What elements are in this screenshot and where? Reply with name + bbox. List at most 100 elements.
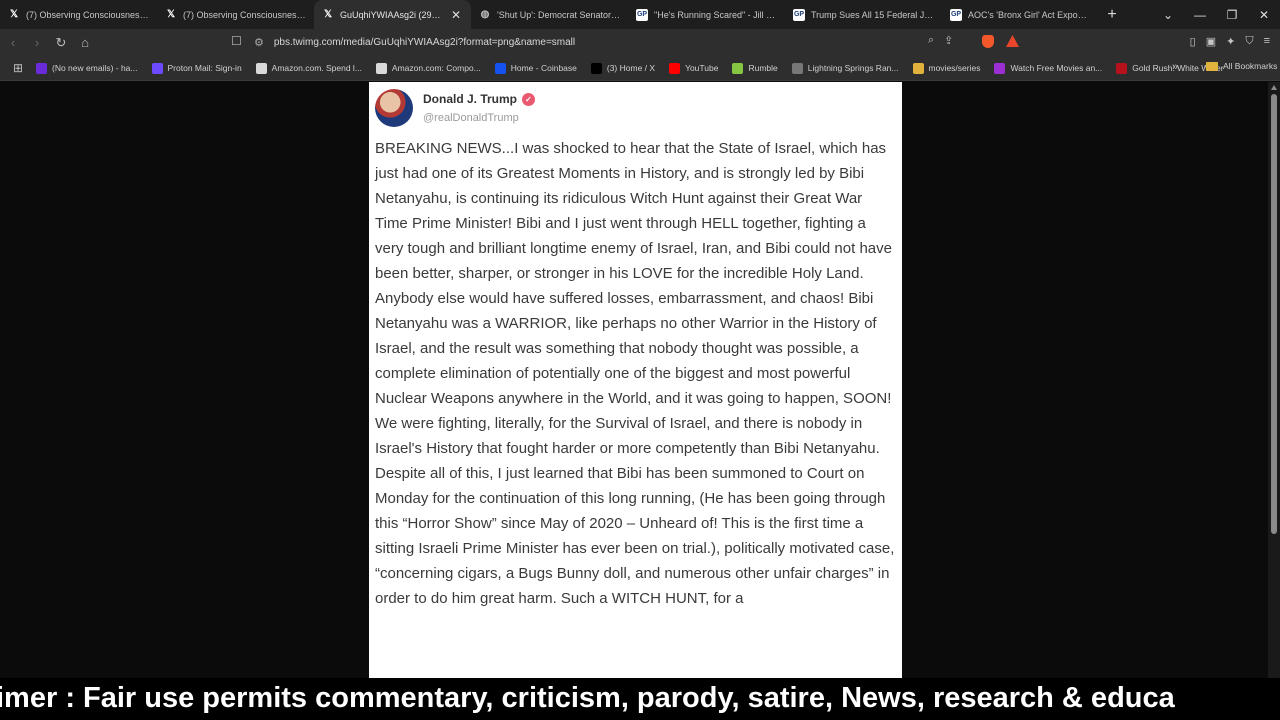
proton-icon	[151, 62, 163, 74]
bookmark-list: (No new emails) - ha... Proton Mail: Sign…	[36, 62, 1238, 74]
bookmark-page-icon[interactable]: ☐	[231, 34, 242, 48]
bookmark-label: (No new emails) - ha...	[52, 63, 138, 73]
post-text: BREAKING NEWS...I was shocked to hear th…	[375, 140, 895, 607]
globe-icon	[791, 62, 803, 74]
site-info-icon[interactable]: ⚙	[254, 36, 264, 49]
leo-ai-icon[interactable]: ✦	[1226, 35, 1235, 48]
brave-shields-icon[interactable]	[982, 35, 994, 48]
window-controls: ⌄ — ❐ ✕	[1152, 0, 1280, 29]
more-bookmarks-icon[interactable]: »	[1172, 61, 1178, 73]
tab-title: 'Shut Up': Democrat Senator Goes	[497, 9, 620, 20]
tab-title: Trump Sues All 15 Federal Judges	[811, 9, 934, 20]
minimize-button[interactable]: —	[1184, 8, 1216, 22]
tab-6[interactable]: GP AOC's 'Bronx Girl' Act Exposed as	[942, 0, 1099, 29]
coinbase-icon	[494, 62, 506, 74]
gp-icon: GP	[636, 8, 648, 21]
ticker-text: imer : Fair use permits commentary, crit…	[0, 682, 1175, 714]
home-button[interactable]: ⌂	[74, 35, 96, 50]
back-button[interactable]: ‹	[2, 35, 24, 50]
apps-grid-icon[interactable]: ⊞	[0, 61, 36, 75]
tab-strip: 𝕏 (7) Observing Consciousness on X: 𝕏 (7) O…	[0, 0, 1280, 29]
folder-icon	[1206, 61, 1218, 71]
sidebar-icon[interactable]: ▯	[1190, 35, 1196, 48]
bookmark-label: Proton Mail: Sign-in	[167, 63, 242, 73]
bookmark-item-10[interactable]: Watch Free Movies an...	[994, 62, 1103, 74]
tab-0[interactable]: 𝕏 (7) Observing Consciousness on X:	[0, 0, 157, 29]
bookmark-item-8[interactable]: Lightning Springs Ran...	[791, 62, 899, 74]
tab-list: 𝕏 (7) Observing Consciousness on X: 𝕏 (7) O…	[0, 0, 1099, 29]
post-image: Donald J. Trump ✓ @realDonaldTrump BREAK…	[369, 82, 902, 678]
post-author: Donald J. Trump ✓	[423, 92, 536, 106]
tab-1[interactable]: 𝕏 (7) Observing Consciousness on X:	[157, 0, 314, 29]
bookmark-item-7[interactable]: Rumble	[732, 62, 778, 74]
bookmark-label: Rumble	[748, 63, 778, 73]
tab-search-icon[interactable]: ⌄	[1152, 8, 1184, 22]
bookmark-label: Amazon.com: Compo...	[391, 63, 481, 73]
tab-3[interactable]: ◍ 'Shut Up': Democrat Senator Goes	[471, 0, 628, 29]
goldrush-icon	[1116, 62, 1128, 74]
bookmark-item-1[interactable]: Proton Mail: Sign-in	[151, 62, 242, 74]
x-icon: 𝕏	[9, 9, 19, 20]
verified-badge-icon: ✓	[522, 92, 536, 106]
x-icon: 𝕏	[166, 9, 176, 20]
address-bar[interactable]: ⚙ pbs.twimg.com/media/GuUqhiYWIAAsg2i?fo…	[254, 32, 1024, 53]
all-bookmarks-label: All Bookmarks	[1223, 61, 1278, 71]
forward-button[interactable]: ›	[26, 35, 48, 50]
url-text[interactable]: pbs.twimg.com/media/GuUqhiYWIAAsg2i?form…	[274, 37, 575, 48]
bookmarks-bar: ⊞ (No new emails) - ha... Proton Mail: Si…	[0, 56, 1280, 81]
rumble-icon	[732, 62, 744, 74]
gp-icon: GP	[950, 8, 962, 21]
bookmark-item-9[interactable]: movies/series	[912, 62, 981, 74]
disclaimer-ticker: imer : Fair use permits commentary, crit…	[0, 678, 1280, 720]
zoom-icon[interactable]: ⌕	[928, 34, 934, 47]
bookmark-label: Watch Free Movies an...	[1010, 63, 1103, 73]
address-bar-actions: ⌕ ⇪	[928, 34, 953, 47]
scroll-up-icon[interactable]	[1271, 85, 1277, 90]
tab-5[interactable]: GP Trump Sues All 15 Federal Judges	[785, 0, 942, 29]
page-viewport: Donald J. Trump ✓ @realDonaldTrump BREAK…	[0, 82, 1280, 678]
globe-icon: ◍	[480, 9, 490, 20]
amazon-icon	[255, 62, 267, 74]
page-scrollbar[interactable]	[1268, 82, 1280, 678]
yahoo-mail-icon	[36, 62, 47, 74]
tab-title: GuUqhiYWIAAsg2i (299×502)	[340, 9, 445, 20]
x-icon: 𝕏	[323, 9, 333, 20]
close-tab-icon[interactable]: ✕	[449, 8, 463, 22]
vpn-icon[interactable]: ⛉	[1245, 35, 1253, 48]
bookmark-item-5[interactable]: (3) Home / X	[590, 62, 656, 74]
navigation-bar: ‹ › ↻ ⌂ ☐ ⚙ pbs.twimg.com/media/GuUqhiYW…	[0, 29, 1280, 56]
bookmark-label: movies/series	[928, 63, 981, 73]
wallet-icon[interactable]: ▣	[1206, 35, 1216, 48]
tab-2[interactable]: 𝕏 GuUqhiYWIAAsg2i (299×502) ✕	[314, 0, 471, 29]
bookmark-item-0[interactable]: (No new emails) - ha...	[36, 62, 138, 74]
scrollbar-thumb[interactable]	[1271, 94, 1277, 534]
new-tab-button[interactable]: +	[1099, 6, 1125, 24]
bookmark-label: (3) Home / X	[606, 63, 656, 73]
youtube-icon	[669, 62, 681, 74]
toolbar-actions: ▯ ▣ ✦ ⛉ ≡	[1190, 35, 1270, 48]
bookmark-label: Home - Coinbase	[510, 63, 577, 73]
x-icon	[590, 62, 602, 74]
bookmark-item-4[interactable]: Home - Coinbase	[494, 62, 577, 74]
restore-button[interactable]: ❐	[1216, 8, 1248, 22]
close-window-button[interactable]: ✕	[1248, 8, 1280, 22]
tab-title: "He's Running Scared" - Jill Biden's	[654, 9, 777, 20]
author-handle: @realDonaldTrump	[423, 112, 519, 124]
avatar	[375, 89, 413, 127]
gp-icon: GP	[793, 8, 805, 21]
menu-icon[interactable]: ≡	[1264, 35, 1270, 48]
tab-title: (7) Observing Consciousness on X:	[183, 9, 306, 20]
share-icon[interactable]: ⇪	[944, 34, 953, 47]
tab-4[interactable]: GP "He's Running Scared" - Jill Biden's	[628, 0, 785, 29]
bookmark-item-6[interactable]: YouTube	[669, 62, 719, 74]
reload-button[interactable]: ↻	[50, 35, 72, 51]
bookmark-item-2[interactable]: Amazon.com. Spend l...	[255, 62, 362, 74]
folder-icon	[912, 62, 924, 74]
movie-icon	[994, 62, 1006, 74]
tab-title: (7) Observing Consciousness on X:	[26, 9, 149, 20]
all-bookmarks-button[interactable]: All Bookmarks	[1206, 61, 1277, 71]
author-name: Donald J. Trump	[423, 92, 518, 106]
amazon-icon	[375, 62, 387, 74]
bookmark-item-3[interactable]: Amazon.com: Compo...	[375, 62, 481, 74]
bookmark-label: YouTube	[685, 63, 719, 73]
